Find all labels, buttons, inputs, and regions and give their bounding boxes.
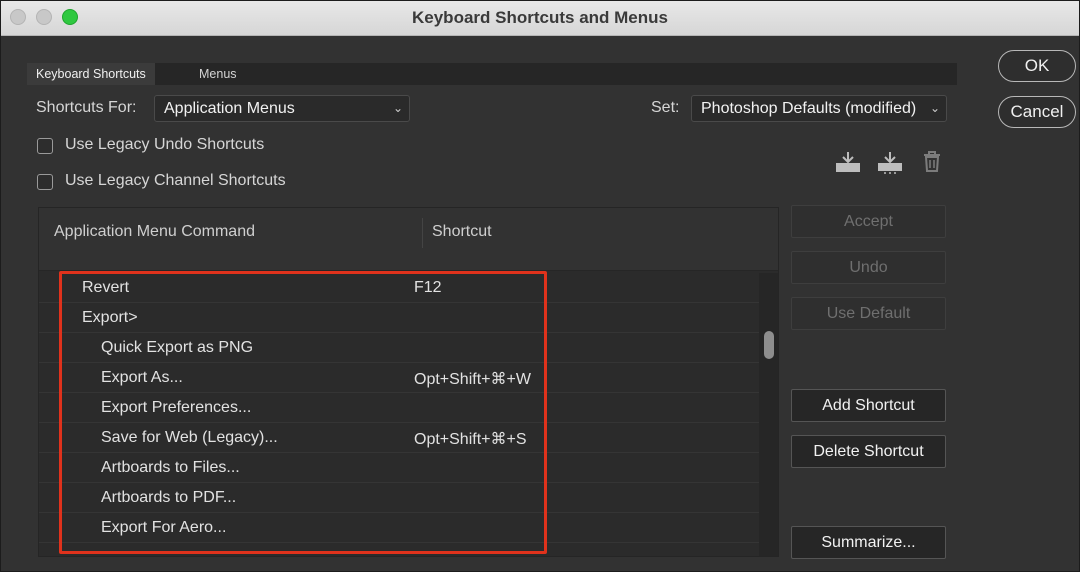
table-row[interactable]: Export For Aero... [39, 513, 759, 543]
undo-button[interactable]: Undo [791, 251, 946, 284]
table-row[interactable]: Artboards to Files... [39, 453, 759, 483]
table-row[interactable]: Quick Export as PNG [39, 333, 759, 363]
shortcut-value[interactable]: Opt+Shift+⌘+S [414, 429, 527, 449]
shortcuts-table: Application Menu Command Shortcut Revert… [38, 207, 779, 557]
accept-button[interactable]: Accept [791, 205, 946, 238]
command-name: Export For Aero... [101, 519, 227, 536]
table-row[interactable]: Export Preferences... [39, 393, 759, 423]
table-scrollbar[interactable] [759, 273, 778, 556]
save-set-icon[interactable] [834, 149, 862, 175]
column-header-shortcut[interactable]: Shortcut [432, 223, 492, 241]
use-default-button[interactable]: Use Default [791, 297, 946, 330]
legacy-undo-checkbox[interactable] [37, 138, 53, 154]
delete-shortcut-button[interactable]: Delete Shortcut [791, 435, 946, 468]
keyboard-shortcuts-dialog: Keyboard Shortcuts and Menus Keyboard Sh… [0, 0, 1080, 572]
legacy-channel-label: Use Legacy Channel Shortcuts [65, 172, 286, 189]
title-bar: Keyboard Shortcuts and Menus [1, 1, 1079, 36]
chevron-down-icon: ⌄ [929, 101, 940, 115]
summarize-button[interactable]: Summarize... [791, 526, 946, 559]
ok-button[interactable]: OK [998, 50, 1076, 82]
legacy-undo-label: Use Legacy Undo Shortcuts [65, 136, 265, 153]
table-row[interactable]: Export As... Opt+Shift+⌘+W [39, 363, 759, 393]
command-name: Export Preferences... [101, 399, 252, 416]
shortcuts-for-value: Application Menus [164, 100, 295, 117]
scrollbar-thumb[interactable] [764, 331, 774, 359]
column-header-command[interactable]: Application Menu Command [54, 223, 255, 241]
save-as-set-icon[interactable] [876, 149, 904, 175]
set-dropdown[interactable]: Photoshop Defaults (modified) ⌄ [691, 95, 947, 122]
tab-bar: Keyboard Shortcuts Menus [27, 63, 957, 85]
chevron-down-icon: ⌄ [392, 101, 403, 115]
table-row[interactable]: Artboards to PDF... [39, 483, 759, 513]
command-name: Save for Web (Legacy)... [101, 429, 278, 446]
command-name: Revert [82, 279, 130, 296]
shortcut-value[interactable]: F12 [414, 279, 442, 297]
column-divider [422, 218, 423, 248]
tab-menus[interactable]: Menus [190, 63, 246, 85]
table-row[interactable]: Revert F12 [39, 273, 759, 303]
command-name: Quick Export as PNG [101, 339, 254, 356]
tab-keyboard-shortcuts[interactable]: Keyboard Shortcuts [27, 63, 155, 85]
shortcuts-for-label: Shortcuts For: [36, 99, 137, 116]
table-row[interactable]: Export> [39, 303, 759, 333]
command-name: Export As... [101, 369, 183, 386]
cancel-button[interactable]: Cancel [998, 96, 1076, 128]
command-name: Artboards to Files... [101, 459, 240, 476]
set-label: Set: [651, 99, 680, 116]
set-value: Photoshop Defaults (modified) [701, 100, 917, 117]
legacy-channel-checkbox[interactable] [37, 174, 53, 190]
table-row[interactable]: Save for Web (Legacy)... Opt+Shift+⌘+S [39, 423, 759, 453]
shortcuts-for-dropdown[interactable]: Application Menus ⌄ [154, 95, 410, 122]
command-name: Artboards to PDF... [101, 489, 237, 506]
table-header: Application Menu Command Shortcut [39, 208, 778, 271]
command-name: Export> [82, 309, 138, 326]
shortcut-value[interactable]: Opt+Shift+⌘+W [414, 369, 531, 389]
add-shortcut-button[interactable]: Add Shortcut [791, 389, 946, 422]
window-title: Keyboard Shortcuts and Menus [412, 8, 668, 27]
trash-icon[interactable] [918, 149, 946, 175]
